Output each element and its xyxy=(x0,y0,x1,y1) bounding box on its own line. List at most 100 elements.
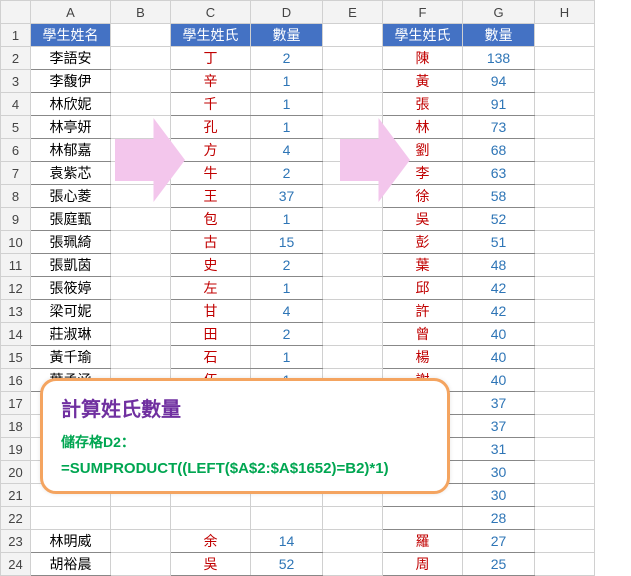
cell[interactable]: 黃千瑜 xyxy=(31,346,111,369)
cell[interactable]: 51 xyxy=(463,231,535,254)
cell[interactable]: 陳 xyxy=(383,47,463,70)
cell[interactable]: 25 xyxy=(463,553,535,576)
cell[interactable]: 2 xyxy=(251,323,323,346)
cell[interactable]: 14 xyxy=(251,530,323,553)
cell-E1[interactable] xyxy=(323,24,383,47)
col-header-G[interactable]: G xyxy=(463,1,535,24)
cell[interactable] xyxy=(111,231,171,254)
cell[interactable]: 1 xyxy=(251,277,323,300)
row-header[interactable]: 12 xyxy=(1,277,31,300)
cell[interactable] xyxy=(535,392,595,415)
cell[interactable]: 30 xyxy=(463,484,535,507)
cell[interactable]: 彭 xyxy=(383,231,463,254)
cell[interactable]: 40 xyxy=(463,346,535,369)
cell[interactable] xyxy=(535,530,595,553)
cell[interactable] xyxy=(323,346,383,369)
cell[interactable]: 林明威 xyxy=(31,530,111,553)
cell[interactable]: 莊淑琳 xyxy=(31,323,111,346)
cell[interactable]: 史 xyxy=(171,254,251,277)
row-header[interactable]: 3 xyxy=(1,70,31,93)
cell[interactable] xyxy=(111,530,171,553)
cell[interactable] xyxy=(535,461,595,484)
cell[interactable]: 28 xyxy=(463,507,535,530)
cell[interactable] xyxy=(111,323,171,346)
row-header[interactable]: 21 xyxy=(1,484,31,507)
cell[interactable]: 15 xyxy=(251,231,323,254)
cell[interactable] xyxy=(251,507,323,530)
cell[interactable] xyxy=(535,277,595,300)
cell[interactable] xyxy=(323,47,383,70)
row-header[interactable]: 6 xyxy=(1,139,31,162)
cell[interactable]: 羅 xyxy=(383,530,463,553)
row-header[interactable]: 17 xyxy=(1,392,31,415)
cell[interactable] xyxy=(535,93,595,116)
cell[interactable]: 黃 xyxy=(383,70,463,93)
row-header[interactable]: 24 xyxy=(1,553,31,576)
row-header[interactable]: 20 xyxy=(1,461,31,484)
cell[interactable] xyxy=(535,185,595,208)
cell[interactable]: 31 xyxy=(463,438,535,461)
cell[interactable]: 42 xyxy=(463,300,535,323)
cell-F1[interactable]: 學生姓氏 xyxy=(383,24,463,47)
row-header[interactable]: 14 xyxy=(1,323,31,346)
row-header[interactable]: 15 xyxy=(1,346,31,369)
cell[interactable]: 27 xyxy=(463,530,535,553)
col-header-E[interactable]: E xyxy=(323,1,383,24)
cell[interactable]: 楊 xyxy=(383,346,463,369)
cell[interactable]: 1 xyxy=(251,346,323,369)
cell[interactable] xyxy=(323,323,383,346)
select-all-corner[interactable] xyxy=(1,1,31,24)
cell[interactable] xyxy=(323,208,383,231)
col-header-H[interactable]: H xyxy=(535,1,595,24)
cell[interactable] xyxy=(111,277,171,300)
cell[interactable] xyxy=(323,277,383,300)
cell[interactable] xyxy=(535,70,595,93)
cell[interactable]: 邱 xyxy=(383,277,463,300)
cell[interactable] xyxy=(323,231,383,254)
cell[interactable] xyxy=(535,116,595,139)
cell[interactable]: 4 xyxy=(251,139,323,162)
cell[interactable]: 林郁嘉 xyxy=(31,139,111,162)
col-header-B[interactable]: B xyxy=(111,1,171,24)
row-header[interactable]: 1 xyxy=(1,24,31,47)
cell[interactable]: 52 xyxy=(463,208,535,231)
cell[interactable]: 田 xyxy=(171,323,251,346)
cell[interactable] xyxy=(111,254,171,277)
cell-G1[interactable]: 數量 xyxy=(463,24,535,47)
cell[interactable] xyxy=(171,507,251,530)
col-header-A[interactable]: A xyxy=(31,1,111,24)
cell[interactable]: 張珮綺 xyxy=(31,231,111,254)
cell[interactable] xyxy=(31,507,111,530)
cell[interactable] xyxy=(535,553,595,576)
row-header[interactable]: 2 xyxy=(1,47,31,70)
col-header-F[interactable]: F xyxy=(383,1,463,24)
cell[interactable]: 94 xyxy=(463,70,535,93)
cell[interactable]: 梁可妮 xyxy=(31,300,111,323)
cell[interactable] xyxy=(323,507,383,530)
cell-C1[interactable]: 學生姓氏 xyxy=(171,24,251,47)
cell[interactable] xyxy=(535,47,595,70)
cell[interactable] xyxy=(535,507,595,530)
cell-D1[interactable]: 數量 xyxy=(251,24,323,47)
cell[interactable]: 石 xyxy=(171,346,251,369)
cell[interactable] xyxy=(323,93,383,116)
cell[interactable]: 張凱茵 xyxy=(31,254,111,277)
cell[interactable] xyxy=(323,254,383,277)
cell[interactable]: 1 xyxy=(251,208,323,231)
cell[interactable] xyxy=(111,346,171,369)
cell[interactable]: 余 xyxy=(171,530,251,553)
cell[interactable] xyxy=(535,162,595,185)
cell[interactable] xyxy=(535,208,595,231)
cell[interactable]: 胡裕晨 xyxy=(31,553,111,576)
cell[interactable]: 丁 xyxy=(171,47,251,70)
cell[interactable]: 138 xyxy=(463,47,535,70)
cell[interactable] xyxy=(535,300,595,323)
cell[interactable]: 2 xyxy=(251,47,323,70)
cell[interactable]: 李語安 xyxy=(31,47,111,70)
cell[interactable]: 曾 xyxy=(383,323,463,346)
cell[interactable]: 李馥伊 xyxy=(31,70,111,93)
row-header[interactable]: 19 xyxy=(1,438,31,461)
cell[interactable]: 許 xyxy=(383,300,463,323)
cell[interactable]: 葉 xyxy=(383,254,463,277)
row-header[interactable]: 4 xyxy=(1,93,31,116)
